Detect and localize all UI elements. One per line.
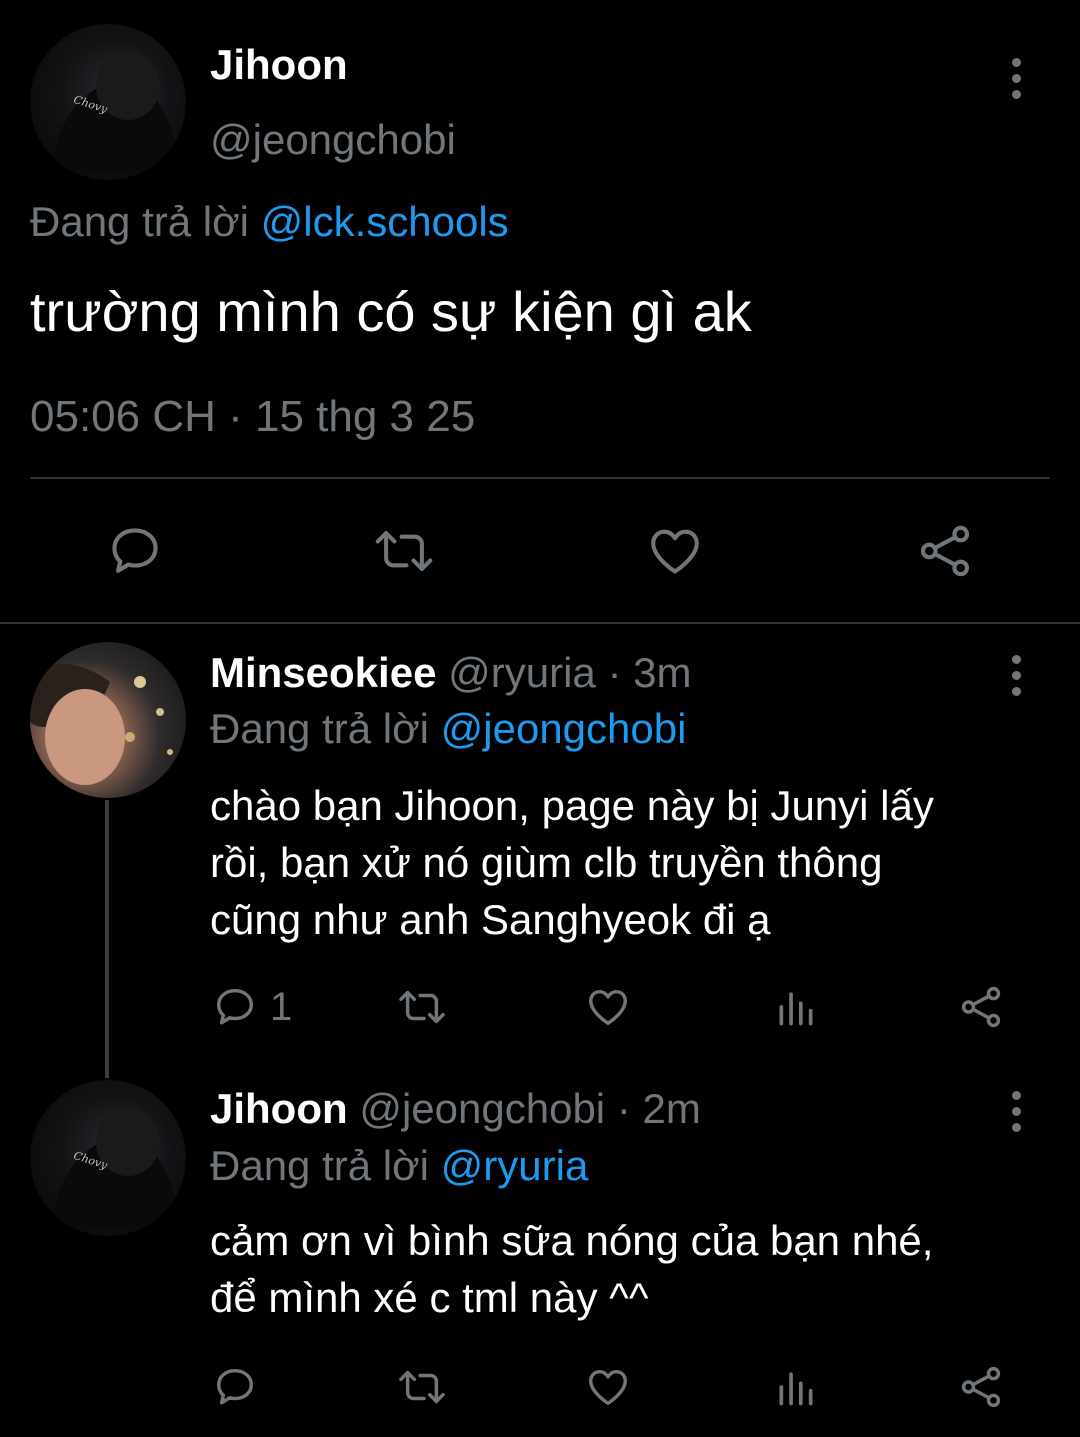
section-divider (0, 622, 1080, 624)
reply-text-line: cảm ơn vì bình sữa nóng của bạn nhé, (210, 1217, 934, 1264)
replying-to-line: Đang trả lời @lck.schools (30, 196, 509, 248)
reply-time[interactable]: · 2m (617, 1085, 701, 1132)
tweet-text: trường mình có sự kiện gì ak (30, 280, 752, 343)
avatar[interactable]: Chovy (30, 1080, 186, 1236)
replying-to-line: Đang trả lời @jeongchobi (210, 703, 686, 755)
reply-header: Jihoon @jeongchobi · 2m (210, 1084, 701, 1134)
share-icon[interactable] (916, 522, 974, 580)
retweet-icon[interactable] (397, 984, 447, 1030)
reply-text: chào bạn Jihoon, page này bị Junyi lấy r… (210, 777, 934, 948)
retweet-icon[interactable] (373, 522, 435, 580)
tweet-timestamp[interactable]: 05:06 CH · 15 thg 3 25 (30, 390, 475, 444)
views-icon[interactable] (774, 1364, 818, 1410)
replying-prefix: Đang trả lời (210, 1142, 429, 1189)
like-icon[interactable] (645, 522, 705, 580)
more-icon[interactable] (1012, 1091, 1021, 1132)
avatar[interactable] (30, 642, 186, 798)
reply-header: Minseokiee @ryuria · 3m (210, 648, 691, 698)
reply-count: 1 (270, 985, 293, 1029)
handle[interactable]: @ryuria (448, 649, 596, 696)
display-name[interactable]: Minseokiee (210, 649, 436, 696)
replying-prefix: Đang trả lời (210, 705, 429, 752)
reply-text: cảm ơn vì bình sữa nóng của bạn nhé, để … (210, 1212, 933, 1326)
display-name[interactable]: Jihoon (210, 1085, 348, 1132)
avatar[interactable]: Chovy (30, 24, 186, 180)
like-icon[interactable] (584, 984, 632, 1030)
reply-text-line: cũng như anh Sanghyeok đi ạ (210, 896, 771, 943)
replying-to-line: Đang trả lời @ryuria (210, 1140, 588, 1192)
reply-icon[interactable] (106, 522, 164, 580)
like-icon[interactable] (584, 1364, 632, 1410)
mention-link[interactable]: @ryuria (441, 1142, 589, 1189)
reply-text-line: rồi, bạn xử nó giùm clb truyền thông (210, 839, 883, 886)
views-icon[interactable] (774, 984, 818, 1030)
divider (30, 477, 1050, 479)
more-icon[interactable] (1012, 58, 1021, 99)
retweet-icon[interactable] (397, 1364, 447, 1410)
reply-text-line: chào bạn Jihoon, page này bị Junyi lấy (210, 782, 934, 829)
share-icon[interactable] (958, 1364, 1004, 1410)
handle[interactable]: @jeongchobi (359, 1085, 605, 1132)
handle[interactable]: @jeongchobi (210, 115, 456, 165)
reply-text-line: để mình xé c tml này ^^ (210, 1274, 649, 1321)
mention-link[interactable]: @lck.schools (261, 198, 509, 245)
more-icon[interactable] (1012, 655, 1021, 696)
reply-icon[interactable] (212, 984, 258, 1030)
mention-link[interactable]: @jeongchobi (441, 705, 687, 752)
share-icon[interactable] (958, 984, 1004, 1030)
replying-prefix: Đang trả lời (30, 198, 249, 245)
thread-line (105, 800, 109, 1078)
reply-time[interactable]: · 3m (607, 649, 691, 696)
reply-icon[interactable] (212, 1364, 258, 1410)
display-name[interactable]: Jihoon (210, 40, 348, 90)
